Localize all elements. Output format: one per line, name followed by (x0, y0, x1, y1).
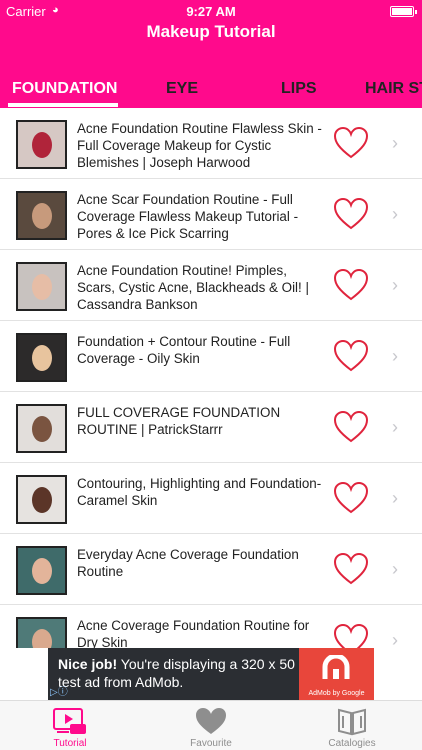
video-title: Contouring, Highlighting and Foundation-… (77, 476, 322, 508)
video-list: Acne Foundation Routine Flawless Skin - … (0, 108, 422, 648)
battery-icon (390, 6, 417, 17)
tab-tutorial[interactable]: Tutorial (0, 701, 140, 750)
admob-mark-icon (322, 655, 350, 679)
list-item[interactable]: Contouring, Highlighting and Foundation-… (0, 463, 422, 534)
list-item[interactable]: Acne Coverage Foundation Routine for Dry… (0, 605, 422, 648)
heart-icon (196, 708, 226, 734)
chevron-right-icon: › (392, 559, 398, 579)
list-item[interactable]: Foundation + Contour Routine - Full Cove… (0, 321, 422, 392)
chevron-right-icon: › (392, 488, 398, 508)
video-thumbnail (16, 404, 67, 453)
video-title: Acne Foundation Routine! Pimples, Scars,… (77, 263, 309, 312)
admob-banner[interactable]: Nice job! You're displaying a 320 x 50 t… (48, 648, 374, 700)
video-thumbnail (16, 546, 67, 595)
chevron-right-icon: › (392, 346, 398, 366)
list-item[interactable]: FULL COVERAGE FOUNDATION ROUTINE | Patri… (0, 392, 422, 463)
tab-catalogies-label: Catalogies (328, 738, 376, 749)
admob-logo: AdMob by Google (299, 648, 374, 700)
video-thumbnail (16, 475, 67, 524)
video-title: Acne Scar Foundation Routine - Full Cove… (77, 192, 299, 241)
ad-headline: Nice job! (58, 656, 118, 672)
video-title: Acne Coverage Foundation Routine for Dry… (77, 618, 310, 648)
page-title: Makeup Tutorial (146, 22, 276, 41)
chevron-right-icon: › (392, 630, 398, 648)
video-title: Foundation + Contour Routine - Full Cove… (77, 334, 291, 366)
video-title: Acne Foundation Routine Flawless Skin - … (77, 121, 322, 170)
clock: 9:27 AM (186, 4, 236, 19)
video-thumbnail (16, 333, 67, 382)
list-item[interactable]: Acne Foundation Routine! Pimples, Scars,… (0, 250, 422, 321)
heart-outline-icon[interactable] (333, 623, 369, 648)
tab-foundation[interactable]: FOUNDATION (12, 80, 117, 98)
ad-info-icon[interactable]: ▷ⓘ (50, 683, 68, 698)
tab-hair[interactable]: HAIR ST (365, 80, 422, 98)
tab-lips[interactable]: LIPS (281, 80, 317, 98)
tab-tutorial-label: Tutorial (53, 738, 87, 749)
heart-outline-icon[interactable] (333, 268, 369, 302)
list-item[interactable]: Acne Scar Foundation Routine - Full Cove… (0, 179, 422, 250)
active-tab-indicator (8, 103, 118, 107)
tab-eye[interactable]: EYE (166, 80, 198, 98)
video-thumbnail (16, 120, 67, 169)
heart-outline-icon[interactable] (333, 126, 369, 160)
video-title: Everyday Acne Coverage Foundation Routin… (77, 547, 299, 579)
ad-brand: AdMob by Google (308, 690, 365, 697)
heart-outline-icon[interactable] (333, 339, 369, 373)
heart-outline-icon[interactable] (333, 410, 369, 444)
video-thumbnail (16, 617, 67, 648)
chevron-right-icon: › (392, 204, 398, 224)
tab-catalogies[interactable]: Catalogies (282, 701, 422, 750)
tab-favourite[interactable]: Favourite (141, 701, 281, 750)
chevron-right-icon: › (392, 133, 398, 153)
heart-outline-icon[interactable] (333, 481, 369, 515)
heart-outline-icon[interactable] (333, 552, 369, 586)
book-icon (338, 708, 366, 736)
video-title: FULL COVERAGE FOUNDATION ROUTINE | Patri… (77, 405, 281, 437)
list-item[interactable]: Acne Foundation Routine Flawless Skin - … (0, 108, 422, 179)
app-header: Carrier ◕ 9:27 AM Makeup Tutorial FOUNDA… (0, 0, 422, 108)
bottom-tab-bar: Tutorial Favourite Catalogies (0, 700, 422, 750)
list-item[interactable]: Everyday Acne Coverage Foundation Routin… (0, 534, 422, 605)
heart-outline-icon[interactable] (333, 197, 369, 231)
tab-favourite-label: Favourite (190, 738, 232, 749)
chevron-right-icon: › (392, 417, 398, 437)
ad-message: Nice job! You're displaying a 320 x 50 t… (58, 655, 298, 691)
video-thumbnail (16, 191, 67, 240)
category-tabs: FOUNDATION EYE LIPS HAIR ST (0, 70, 422, 108)
video-player-icon (53, 708, 86, 734)
video-thumbnail (16, 262, 67, 311)
status-bar: Carrier ◕ 9:27 AM (0, 4, 422, 20)
chevron-right-icon: › (392, 275, 398, 295)
